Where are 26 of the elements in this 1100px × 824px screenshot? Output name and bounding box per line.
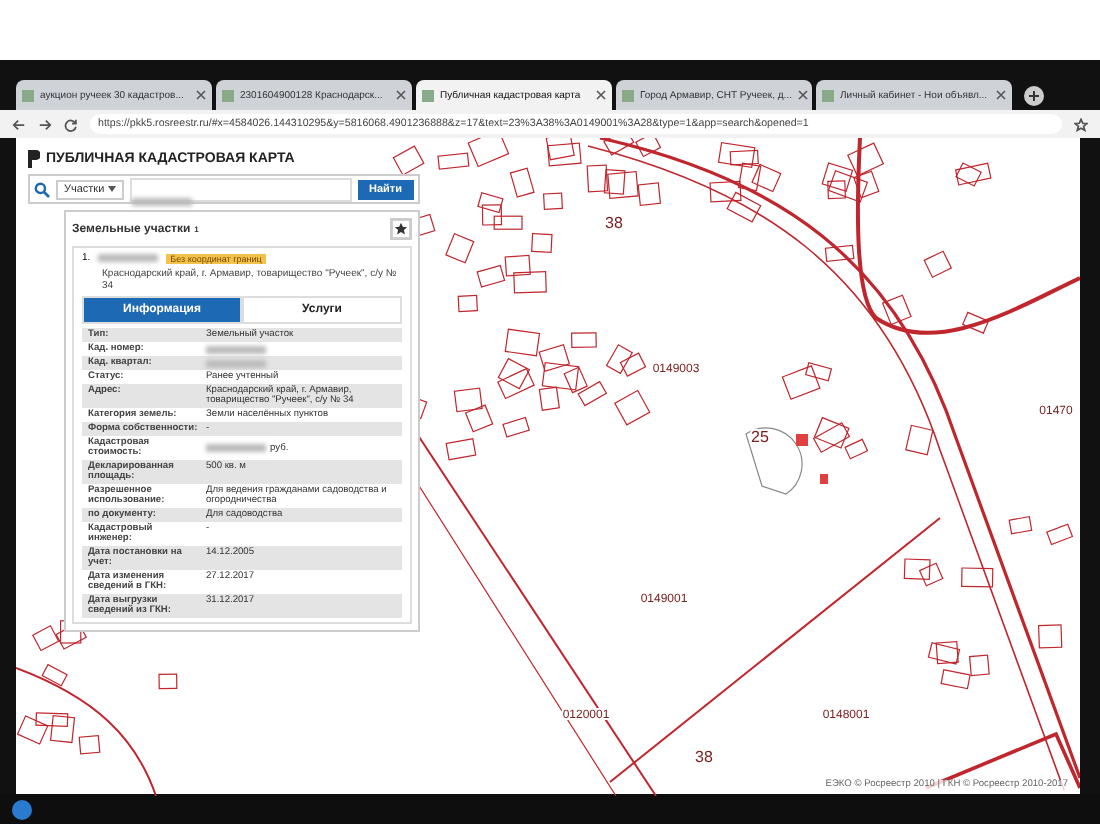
favicon-icon: [22, 89, 34, 101]
star-icon[interactable]: [390, 218, 412, 240]
close-icon[interactable]: [596, 90, 606, 100]
logo-icon: [28, 150, 40, 168]
reload-icon[interactable]: [64, 117, 78, 131]
close-icon[interactable]: [797, 90, 808, 100]
forward-icon[interactable]: [38, 117, 52, 131]
favicon-icon: [822, 89, 834, 101]
favicon-icon: [622, 89, 634, 101]
map-label: 38: [605, 214, 623, 232]
redacted-text: [131, 197, 192, 205]
search-field[interactable]: [129, 177, 351, 201]
map-label: 25: [751, 428, 769, 446]
favicon-icon: [222, 89, 234, 101]
caret-icon: [107, 185, 116, 191]
bookmark-star-icon[interactable]: [1074, 117, 1088, 131]
search-icon[interactable]: [34, 181, 50, 197]
map-label: 38: [695, 748, 713, 766]
start-button[interactable]: [12, 799, 32, 819]
close-icon[interactable]: [396, 90, 406, 100]
back-icon[interactable]: [12, 117, 26, 131]
new-tab-button[interactable]: [1024, 86, 1044, 106]
close-icon[interactable]: [196, 90, 206, 100]
close-icon[interactable]: [996, 90, 1006, 100]
redacted-text: [98, 254, 159, 262]
favicon-icon: [422, 89, 434, 101]
